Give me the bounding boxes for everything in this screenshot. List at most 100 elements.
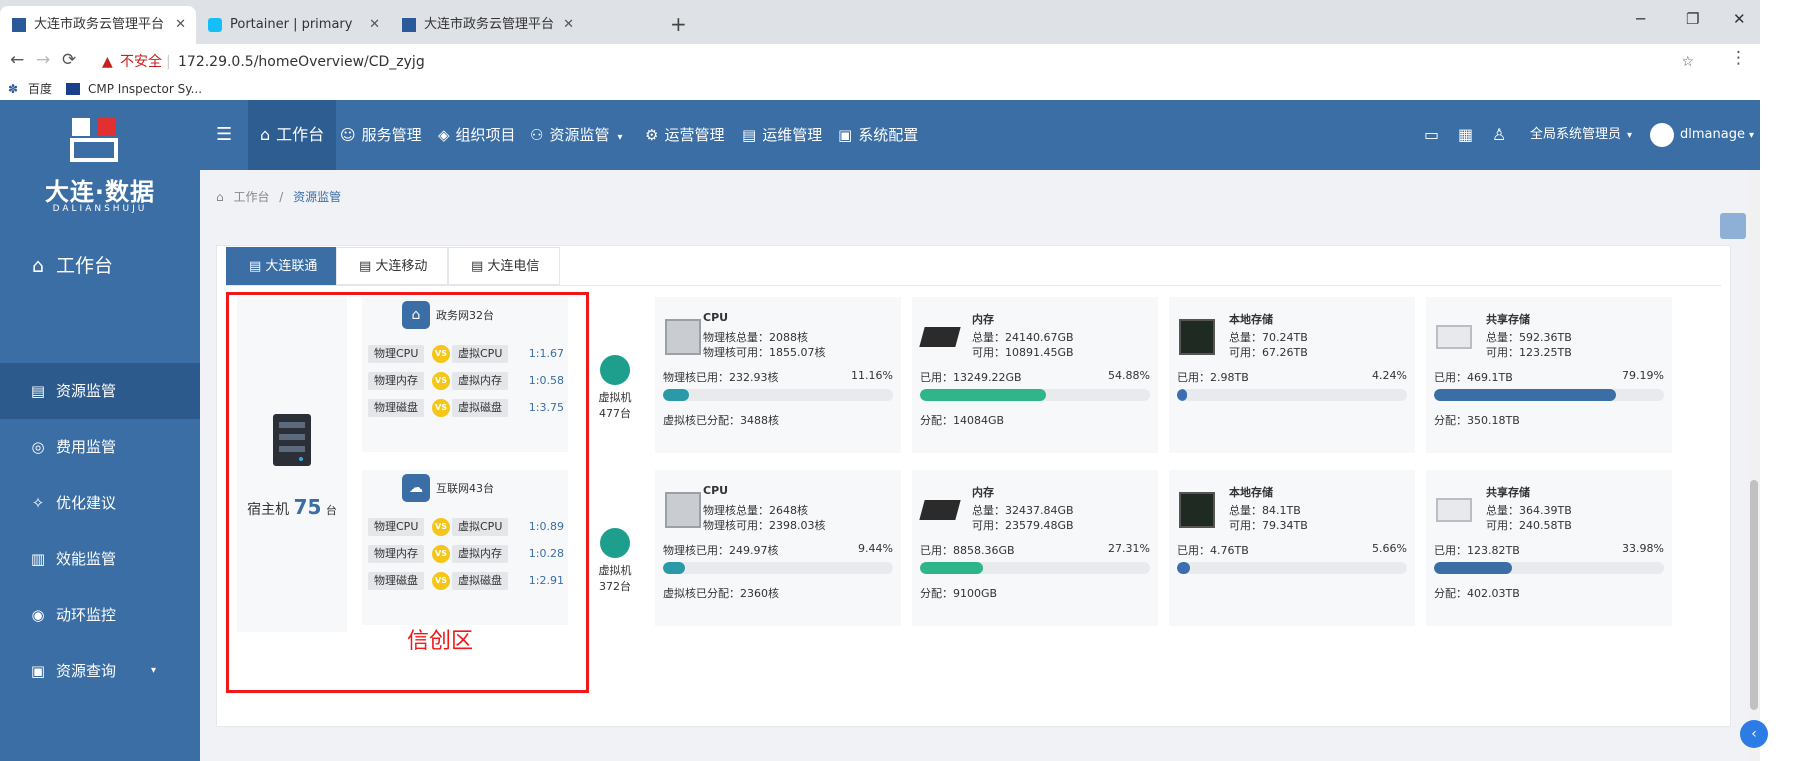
vm-count-internet: 虚拟机 372台 [590, 528, 640, 594]
gear-icon: ⚙ [645, 126, 659, 144]
chart-icon: ▥ [30, 550, 46, 568]
progress-bar [1177, 562, 1407, 574]
browser-tab-2[interactable]: Portainer | primary ✕ [196, 6, 390, 44]
sidebar-item-resource[interactable]: ▤ 资源监管 [0, 363, 200, 419]
lightbulb-icon: ✧ [31, 494, 45, 512]
vm-count-gov: 虚拟机 477台 [590, 355, 640, 421]
sidebar-item-cost[interactable]: ◎ 费用监管 [0, 419, 200, 475]
nav-maintenance[interactable]: ▤ 运维管理 [742, 100, 822, 170]
sidebar-item-optimize[interactable]: ✧ 优化建议 [0, 475, 200, 531]
nav-system[interactable]: ▣ 系统配置 [838, 100, 918, 170]
user-menu[interactable]: dlmanage ▾ [1650, 100, 1754, 170]
storage-icon [1436, 498, 1472, 522]
favicon-icon [12, 18, 26, 32]
search-icon: ▣ [30, 662, 46, 680]
harddrive-icon [1179, 492, 1215, 528]
bookmark-baidu[interactable]: 百度 [28, 78, 52, 100]
home-icon: ⌂ [31, 255, 45, 277]
document-icon[interactable]: ▦ [1458, 100, 1473, 170]
browser-tabstrip: 大连市政务云管理平台 ✕ Portainer | primary ✕ 大连市政务… [0, 0, 1760, 44]
server-icon: ▤ [30, 382, 46, 400]
cmp-icon [66, 83, 80, 95]
res-shared-internet: 共享存储 总量：364.39TB 可用：240.58TB 已用：123.82TB… [1426, 470, 1672, 626]
url-separator: | [166, 54, 171, 70]
res-local-gov: 本地存储 总量：70.24TB 可用：67.26TB 已用：2.98TB 4.2… [1169, 297, 1415, 453]
tab-divider [226, 285, 1721, 286]
cpu-icon [665, 319, 701, 355]
restore-icon[interactable]: ❐ [1686, 0, 1699, 38]
chart-icon: ▤ [742, 126, 757, 144]
group-icon: ⚇ [530, 126, 544, 144]
back-icon[interactable]: ← [10, 50, 24, 70]
sidebar-item-query[interactable]: ▣ 资源查询 ▾ [0, 643, 200, 699]
nav-org[interactable]: ◈ 组织项目 [438, 100, 516, 170]
res-cpu-gov: CPU 物理核总量：2088核 物理核可用：1855.07核 物理核已用：232… [655, 297, 901, 453]
breadcrumb-current: 资源监管 [293, 190, 342, 204]
memory-icon [919, 500, 961, 520]
tab-icon: ▤ [249, 259, 266, 274]
breadcrumb-home[interactable]: 工作台 [233, 190, 269, 204]
progress-bar [1434, 389, 1664, 401]
avatar [1650, 122, 1674, 147]
coin-icon: ◎ [31, 438, 45, 456]
bookmark-cmp[interactable]: CMP Inspector Sy... [88, 78, 202, 100]
res-local-internet: 本地存储 总量：84.1TB 可用：79.34TB 已用：4.76TB 5.66… [1169, 470, 1415, 626]
progress-bar [920, 562, 1150, 574]
browser-tab-3[interactable]: 大连市政务云管理平台 ✕ [390, 6, 584, 44]
harddrive-icon [1179, 319, 1215, 355]
forward-icon[interactable]: → [36, 50, 50, 70]
chevron-down-icon: ▾ [150, 665, 156, 676]
chevron-down-icon: ▾ [617, 132, 623, 143]
progress-bar [663, 389, 893, 401]
screen-icon[interactable]: ▭ [1424, 100, 1439, 170]
sidebar-header-workbench[interactable]: ⌂ 工作台 [0, 235, 200, 297]
browser-tab-1[interactable]: 大连市政务云管理平台 ✕ [0, 6, 196, 44]
user-icon: ☺ [340, 126, 356, 144]
shirt-icon[interactable]: ♙ [1492, 100, 1506, 170]
zone-label: 信创区 [407, 629, 474, 654]
favicon-icon [402, 18, 416, 32]
nav-resource[interactable]: ⚇ 资源监管 ▾ [530, 100, 623, 170]
sidebar-item-efficiency[interactable]: ▥ 效能监管 [0, 531, 200, 587]
res-mem-internet: 内存 总量：32437.84GB 可用：23579.48GB 已用：8858.3… [912, 470, 1158, 626]
security-label: 不安全 [120, 54, 162, 70]
close-window-icon[interactable]: ✕ [1733, 0, 1746, 38]
new-tab-button[interactable]: + [670, 6, 687, 42]
edit-icon[interactable] [1720, 213, 1746, 239]
logo: 大连·数据 DALIANSHUJU [0, 100, 200, 220]
hamburger-icon[interactable]: ☰ [216, 100, 232, 170]
tab-icon: ▤ [359, 259, 376, 274]
menu-icon[interactable]: ⋮ [1730, 48, 1747, 68]
address-bar[interactable]: ▲ 不安全 | 172.29.0.5/homeOverview/CD_zyjg … [94, 48, 1704, 76]
close-tab-icon[interactable]: ✕ [563, 6, 574, 44]
nav-operation[interactable]: ⚙ 运营管理 [645, 100, 724, 170]
bookmarks-bar: ✽ 百度 CMP Inspector Sy... [0, 78, 1760, 100]
bookmark-star-icon[interactable]: ☆ [1681, 48, 1694, 76]
monitor-icon: ▣ [838, 126, 853, 144]
tab-unicom[interactable]: ▤ 大连联通 [226, 247, 336, 285]
tab-telecom[interactable]: ▤ 大连电信 [448, 247, 560, 285]
nav-workbench[interactable]: ⌂ 工作台 [248, 100, 337, 170]
cube-icon: ◈ [438, 126, 450, 144]
progress-bar [1434, 562, 1664, 574]
close-tab-icon[interactable]: ✕ [175, 6, 186, 44]
logo-title: 大连·数据 [44, 178, 156, 206]
res-mem-gov: 内存 总量：24140.67GB 可用：10891.45GB 已用：13249.… [912, 297, 1158, 453]
home-icon: ⌂ [260, 125, 271, 144]
scrollbar-thumb[interactable] [1750, 480, 1758, 710]
sidebar-item-environment[interactable]: ◉ 动环监控 [0, 587, 200, 643]
sidebar: 大连·数据 DALIANSHUJU ⌂ 工作台 ▤ 资源监管 ◎ 费用监管 ✧ 优化建议… [0, 100, 200, 761]
chevron-left-icon[interactable]: ‹ [1740, 720, 1768, 748]
nav-service[interactable]: ☺ 服务管理 [340, 100, 422, 170]
tab-icon: ▤ [471, 259, 488, 274]
role-selector[interactable]: 全局系统管理员 ▾ [1530, 100, 1632, 170]
close-tab-icon[interactable]: ✕ [369, 6, 380, 44]
logo-subtitle: DALIANSHUJU [52, 204, 148, 214]
database-icon [600, 528, 630, 558]
memory-icon [919, 327, 961, 347]
url-text: 172.29.0.5/homeOverview/CD_zyjg [178, 54, 425, 70]
warning-icon: ▲ [102, 54, 113, 70]
tab-mobile[interactable]: ▤ 大连移动 [336, 247, 448, 285]
minimize-icon[interactable]: ─ [1636, 0, 1645, 38]
reload-icon[interactable]: ⟳ [62, 50, 76, 70]
